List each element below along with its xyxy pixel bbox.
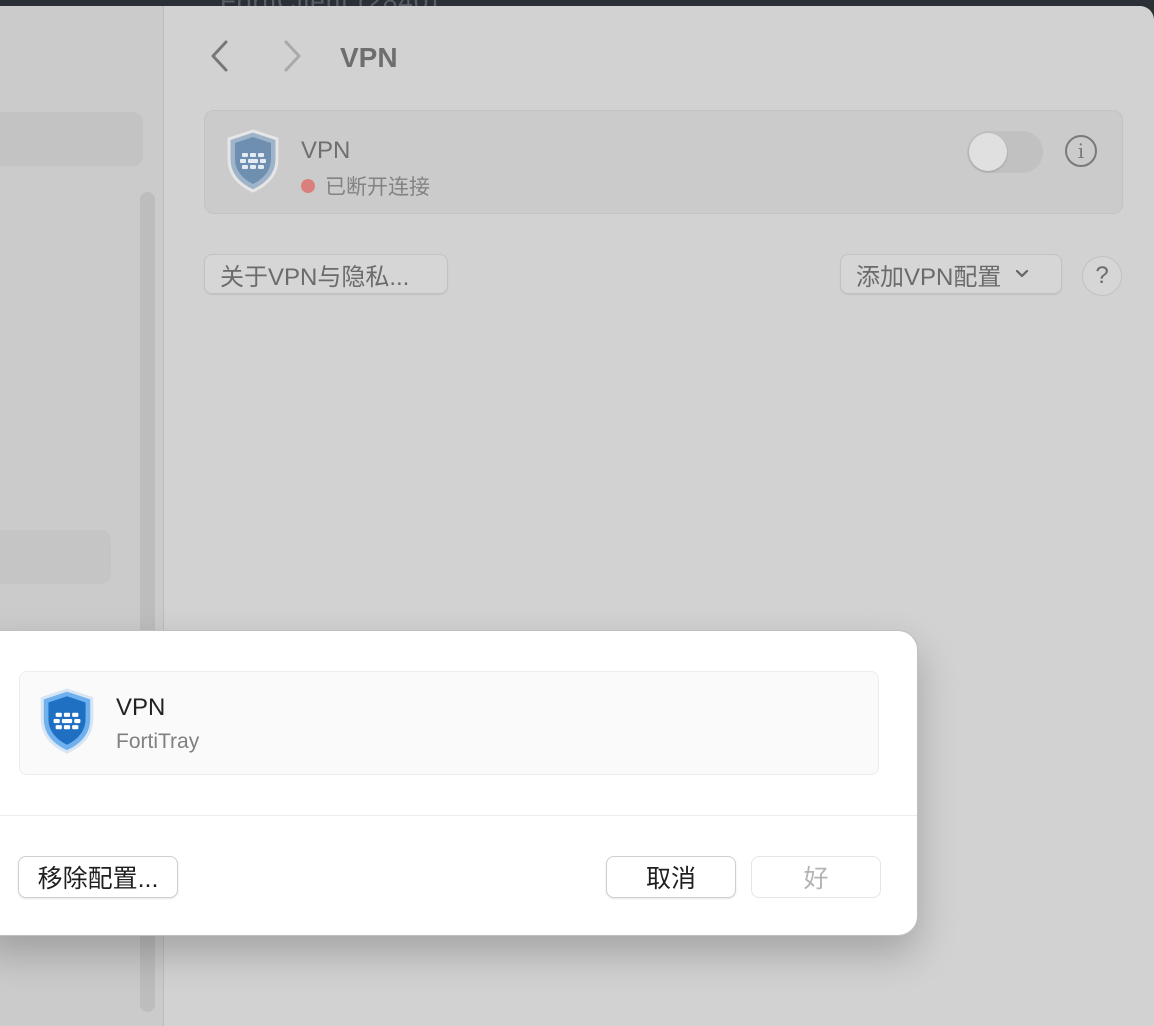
back-button[interactable] bbox=[200, 36, 240, 76]
vpn-configuration-card: VPN 已断开连接 i bbox=[204, 110, 1123, 214]
status-dot-icon bbox=[301, 179, 315, 193]
vpn-status: 已断开连接 bbox=[301, 171, 430, 201]
chevron-right-icon bbox=[284, 40, 301, 72]
vpn-toggle[interactable] bbox=[967, 131, 1043, 173]
add-vpn-config-button[interactable]: 添加VPN配置 bbox=[840, 254, 1062, 294]
fortitray-shield-icon bbox=[40, 688, 94, 754]
help-icon: ? bbox=[1095, 262, 1109, 289]
chevron-down-icon bbox=[1015, 269, 1029, 279]
vpn-shield-icon bbox=[227, 129, 279, 193]
chevron-left-icon bbox=[211, 40, 228, 72]
sidebar-selected-item[interactable] bbox=[0, 112, 143, 166]
remove-config-label: 移除配置... bbox=[37, 865, 159, 893]
remove-config-button[interactable]: 移除配置... bbox=[18, 856, 178, 898]
profile-app: FortiTray bbox=[116, 730, 200, 753]
vpn-privacy-button[interactable]: 关于VPN与隐私... bbox=[204, 254, 448, 294]
ok-label: 好 bbox=[803, 865, 829, 893]
vpn-name: VPN bbox=[301, 137, 351, 164]
cancel-button[interactable]: 取消 bbox=[606, 856, 736, 898]
vpn-config-sheet: VPN FortiTray 移除配置... 取消 好 bbox=[0, 630, 918, 936]
forward-button[interactable] bbox=[272, 36, 312, 76]
help-button[interactable]: ? bbox=[1082, 256, 1122, 296]
cancel-label: 取消 bbox=[645, 865, 696, 893]
vpn-privacy-label: 关于VPN与隐私... bbox=[220, 263, 410, 291]
vpn-profile-card: VPN FortiTray bbox=[19, 671, 879, 775]
info-icon: i bbox=[1077, 139, 1085, 163]
add-vpn-config-label: 添加VPN配置 bbox=[856, 263, 1002, 291]
divider bbox=[0, 815, 917, 816]
page-title: VPN bbox=[340, 42, 398, 73]
toggle-knob bbox=[969, 133, 1007, 171]
info-button[interactable]: i bbox=[1065, 135, 1097, 167]
profile-name: VPN bbox=[116, 694, 166, 721]
sidebar-item[interactable] bbox=[0, 530, 111, 584]
vpn-status-text: 已断开连接 bbox=[325, 176, 430, 199]
ok-button[interactable]: 好 bbox=[751, 856, 881, 898]
